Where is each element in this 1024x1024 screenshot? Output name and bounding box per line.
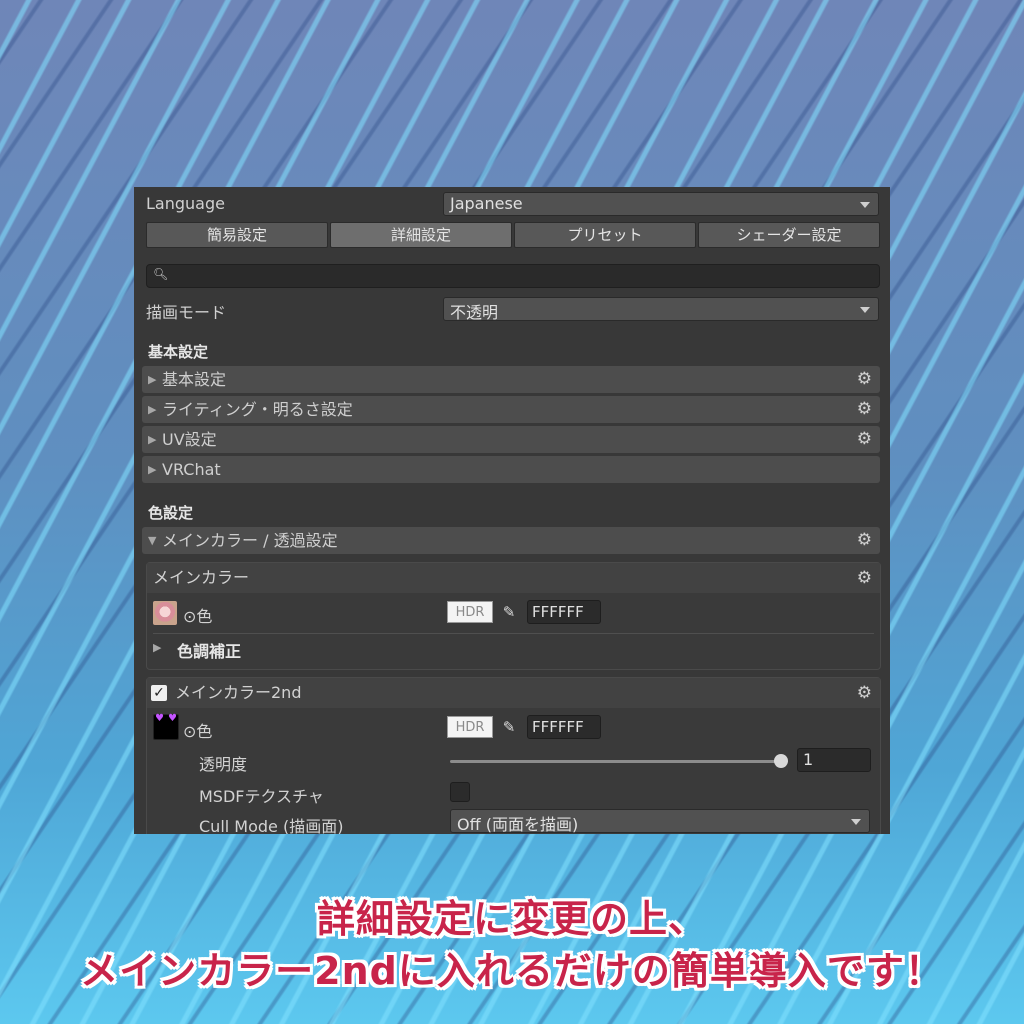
language-dropdown[interactable]: Japanese <box>443 192 879 216</box>
alpha-slider-handle[interactable] <box>774 754 788 768</box>
search-icon: 🔍︎ <box>153 267 169 281</box>
gear-icon[interactable]: ⚙ <box>857 527 872 554</box>
chevron-down-icon <box>860 202 870 208</box>
alpha-label: 透明度 <box>199 755 248 774</box>
caption-line-2: メインカラー2ndに入れるだけの簡単導入です！ <box>80 949 944 993</box>
triangle-down-icon: ▼ <box>148 534 157 547</box>
chevron-down-icon <box>860 307 870 313</box>
render-mode-dropdown[interactable]: 不透明 <box>443 297 879 322</box>
fold-label: UV設定 <box>162 430 217 449</box>
main-color-label: ⊙色 <box>183 607 213 626</box>
render-mode-label: 描画モード <box>146 303 227 322</box>
gear-icon[interactable]: ⚙ <box>857 426 872 453</box>
fold-basic-settings[interactable]: ▶ 基本設定 ⚙ <box>142 366 880 393</box>
tab-preset[interactable]: プリセット <box>514 222 696 248</box>
alpha-slider[interactable] <box>450 760 786 763</box>
hdr-badge[interactable]: HDR <box>447 716 493 738</box>
gear-icon[interactable]: ⚙ <box>857 396 872 423</box>
gear-icon[interactable]: ⚙ <box>857 366 872 393</box>
chevron-down-icon <box>851 819 861 825</box>
main2-color-label: ⊙色 <box>183 722 213 741</box>
color-section-title: 色設定 <box>148 504 194 522</box>
fold-main-color-transparency[interactable]: ▼ メインカラー / 透過設定 ⚙ <box>142 527 880 554</box>
fold-uv-settings[interactable]: ▶ UV設定 ⚙ <box>142 426 880 453</box>
triangle-right-icon: ▶ <box>148 463 157 476</box>
main2-texture-thumbnail[interactable]: ♥ ♥ <box>153 713 179 740</box>
triangle-right-icon: ▶ <box>148 403 157 416</box>
main-color-hex-field[interactable]: FFFFFF <box>527 600 601 624</box>
search-input[interactable]: 🔍︎ <box>146 264 880 288</box>
eyedropper-icon[interactable]: ✎ <box>499 716 519 738</box>
language-value: Japanese <box>450 194 523 213</box>
language-label: Language <box>146 194 225 213</box>
main-color-box: メインカラー ⚙ ⊙色 HDR ✎ FFFFFF ▶ 色調補正 <box>146 562 881 670</box>
main-color-2nd-header: ✓ メインカラー2nd ⚙ <box>147 678 880 708</box>
msdf-toggle[interactable] <box>450 782 470 802</box>
alpha-value-field[interactable]: 1 <box>797 748 871 772</box>
fold-label: VRChat <box>162 460 221 479</box>
hdr-badge[interactable]: HDR <box>447 601 493 623</box>
fold-label: メインカラー / 透過設定 <box>162 531 338 550</box>
cull-mode-dropdown[interactable]: Off (両面を描画) <box>450 809 870 834</box>
heart-icon: ♥ <box>155 713 164 724</box>
settings-tabs: 簡易設定 詳細設定 プリセット シェーダー設定 <box>146 222 880 248</box>
fold-label: ライティング・明るさ設定 <box>162 400 353 419</box>
gear-icon[interactable]: ⚙ <box>857 563 872 593</box>
fold-vrchat[interactable]: ▶ VRChat <box>142 456 880 483</box>
msdf-label: MSDFテクスチャ <box>199 787 324 806</box>
fold-lighting-settings[interactable]: ▶ ライティング・明るさ設定 ⚙ <box>142 396 880 423</box>
gear-icon[interactable]: ⚙ <box>857 678 872 708</box>
material-inspector-panel: Language Japanese 簡易設定 詳細設定 プリセット シェーダー設… <box>134 187 890 834</box>
main-color-2nd-title: メインカラー2nd <box>175 683 302 702</box>
tone-correction-fold[interactable]: 色調補正 <box>177 638 241 662</box>
triangle-right-icon: ▶ <box>153 641 162 654</box>
basic-section-title: 基本設定 <box>148 343 209 361</box>
main-texture-thumbnail[interactable] <box>153 601 177 625</box>
main-color-header: メインカラー ⚙ <box>147 563 880 593</box>
heart-icon: ♥ <box>168 713 177 724</box>
triangle-right-icon: ▶ <box>148 373 157 386</box>
cull-mode-label: Cull Mode (描画面) <box>199 817 344 834</box>
tab-simple[interactable]: 簡易設定 <box>146 222 328 248</box>
main-color-2nd-box: ✓ メインカラー2nd ⚙ ♥ ♥ ⊙色 HDR ✎ FFFFFF 透明度 1 … <box>146 677 881 834</box>
divider <box>153 633 874 634</box>
main-color-title: メインカラー <box>153 568 250 587</box>
main2-color-hex-field[interactable]: FFFFFF <box>527 715 601 739</box>
enable-checkbox[interactable]: ✓ <box>151 685 167 701</box>
eyedropper-icon[interactable]: ✎ <box>499 601 519 623</box>
tab-advanced[interactable]: 詳細設定 <box>330 222 512 248</box>
tab-shader-settings[interactable]: シェーダー設定 <box>698 222 880 248</box>
render-mode-value: 不透明 <box>450 303 499 322</box>
cull-mode-value: Off (両面を描画) <box>457 815 579 834</box>
fold-label: 基本設定 <box>162 370 227 389</box>
caption-line-1: 詳細設定に変更の上、 <box>316 897 707 941</box>
triangle-right-icon: ▶ <box>148 433 157 446</box>
